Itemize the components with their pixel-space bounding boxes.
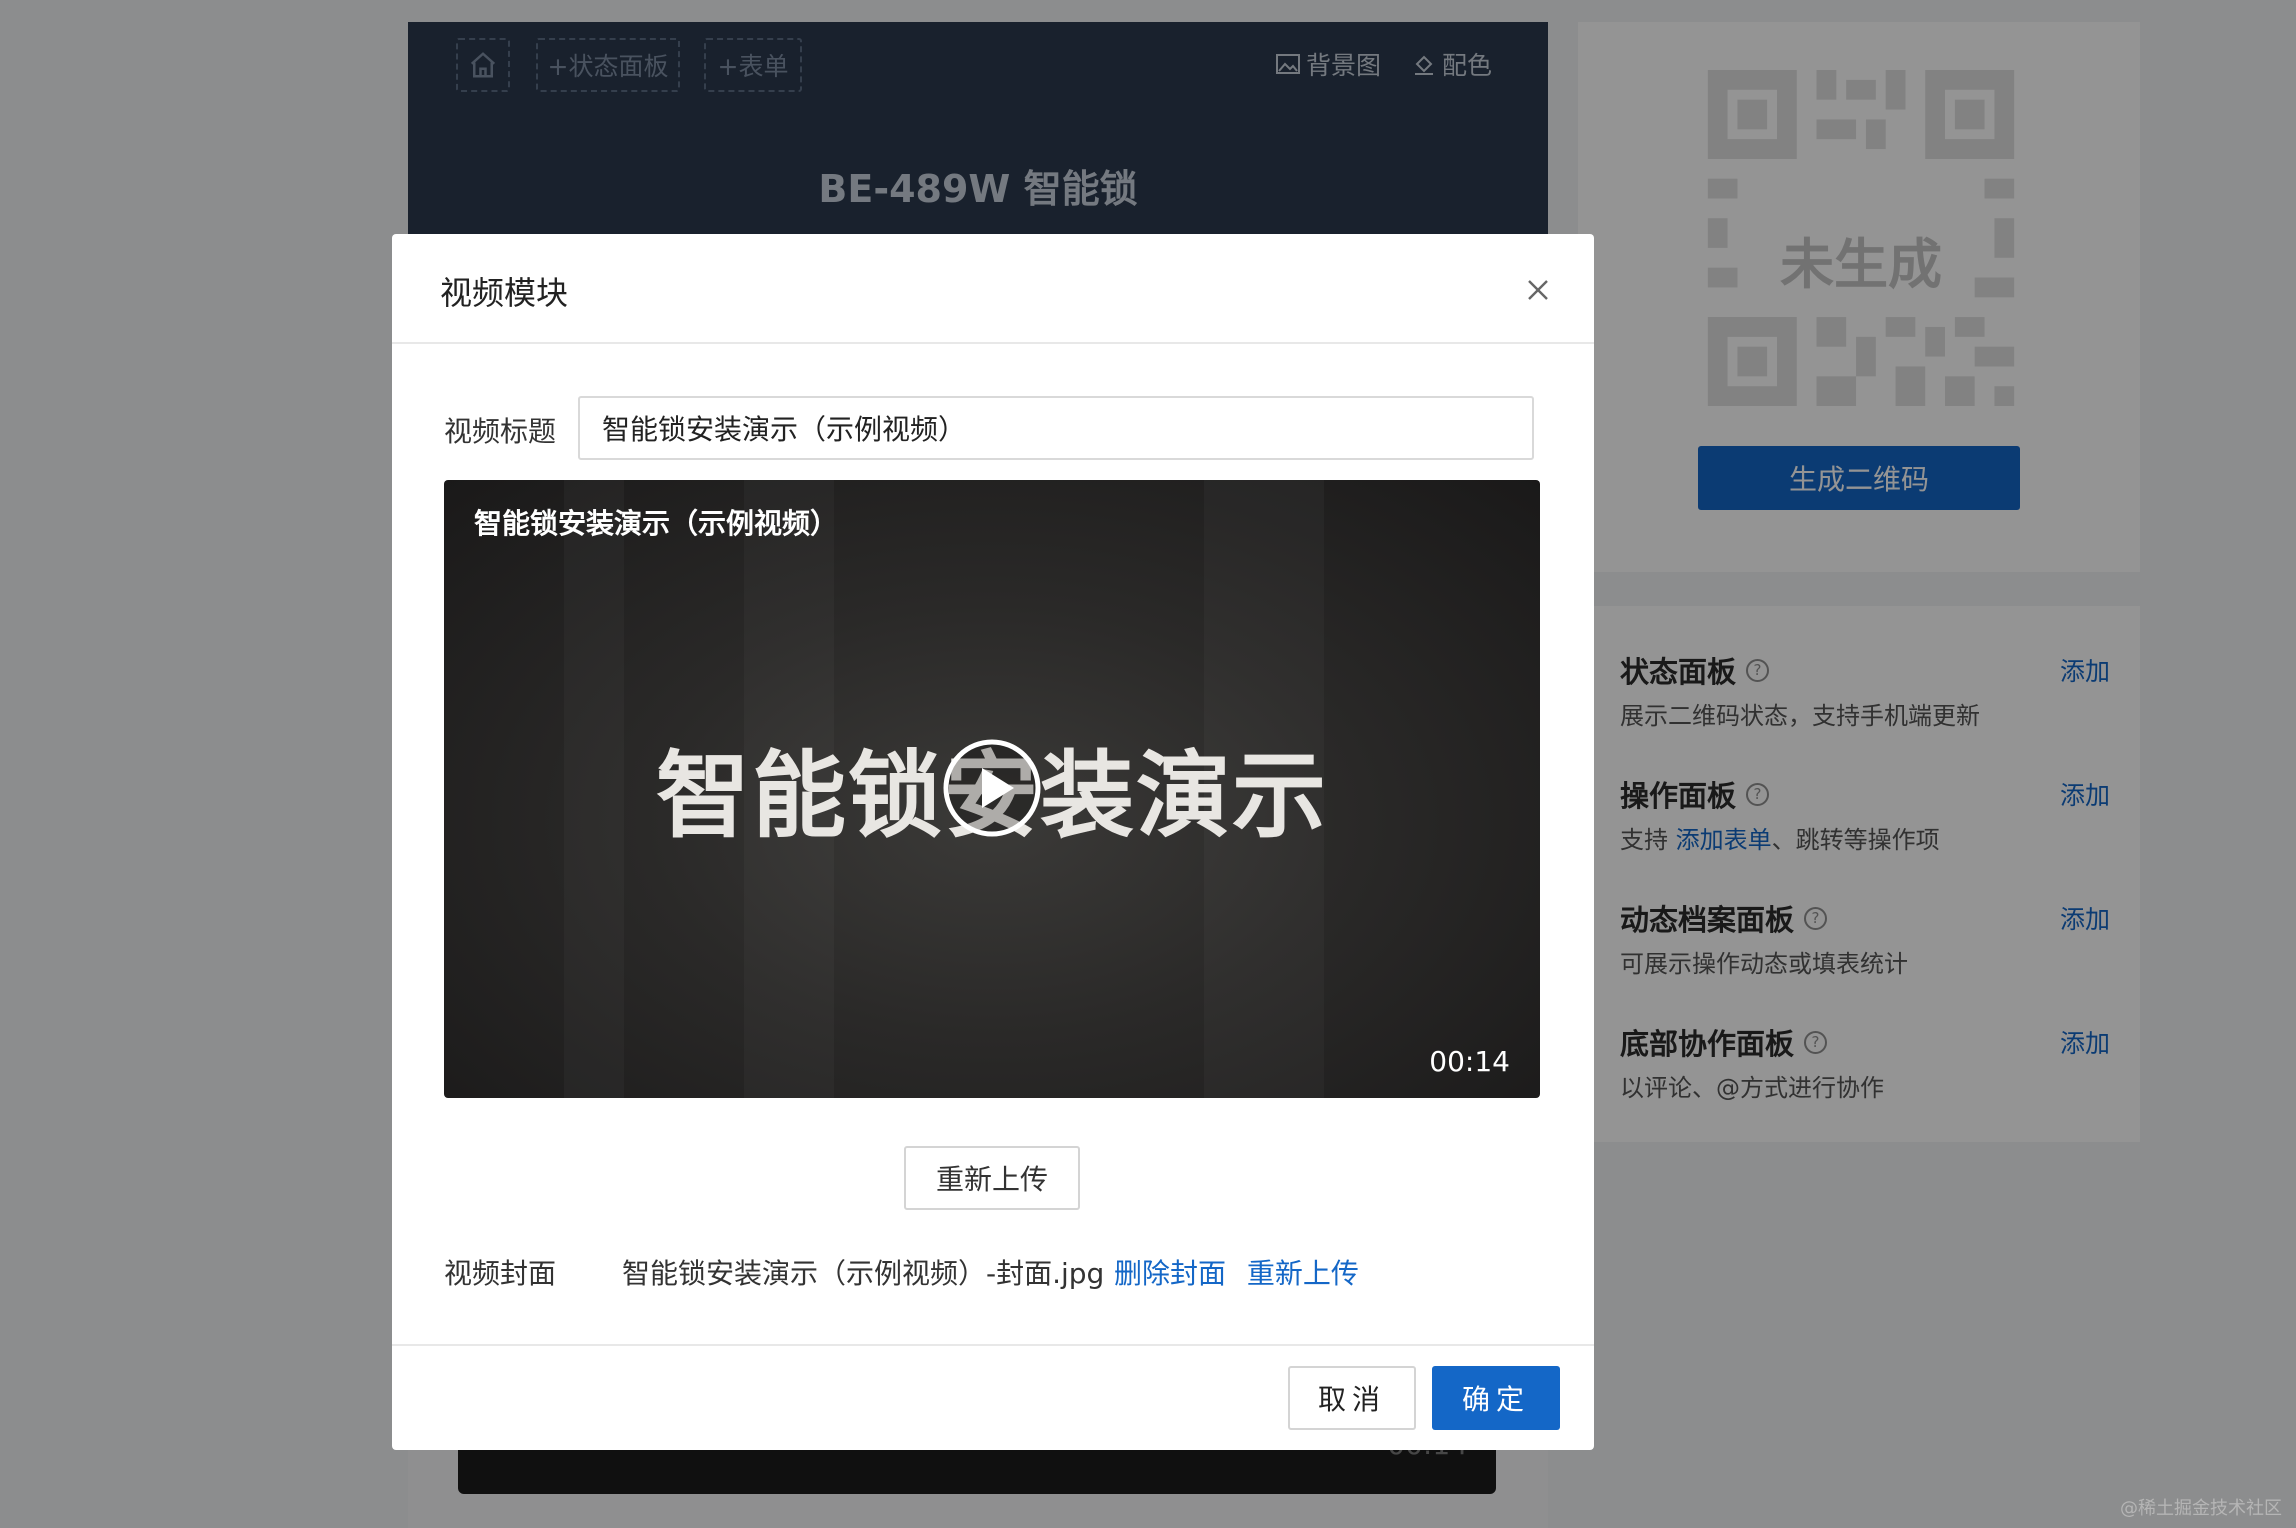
dialog-footer: 取消 确定 [392,1344,1594,1450]
confirm-button[interactable]: 确定 [1432,1366,1560,1430]
dialog-header: 视频模块 [392,234,1594,344]
video-overlay-title: 智能锁安装演示（示例视频） [474,507,839,540]
close-button[interactable] [1522,274,1554,306]
video-cover-label: 视频封面 [444,1257,557,1290]
watermark: @稀土掘金技术社区 [2120,1498,2282,1519]
play-button[interactable] [942,738,1042,838]
reupload-cover-link[interactable]: 重新上传 [1247,1257,1359,1290]
delete-cover-link[interactable]: 删除封面 [1114,1257,1226,1290]
close-icon [1528,280,1548,300]
video-cover-row: 视频封面 智能锁安装演示（示例视频）-封面.jpg 删除封面 重新上传 [444,1252,1544,1292]
dialog-title: 视频模块 [440,274,569,312]
cancel-button[interactable]: 取消 [1288,1366,1416,1430]
cover-actions: 删除封面 重新上传 [1114,1252,1371,1292]
video-duration: 00:14 [1429,1045,1510,1078]
cover-filename: 智能锁安装演示（示例视频）-封面.jpg [622,1257,1105,1290]
video-module-dialog: 视频模块 视频标题 智能锁安装演示（示例视频） 智能锁安装演示 00:14 重新… [392,234,1594,1450]
reupload-video-button[interactable]: 重新上传 [904,1146,1080,1210]
video-title-label: 视频标题 [444,415,557,448]
video-title-input[interactable] [578,396,1534,460]
play-icon [943,739,1041,837]
video-player[interactable]: 智能锁安装演示（示例视频） 智能锁安装演示 00:14 [444,480,1540,1098]
